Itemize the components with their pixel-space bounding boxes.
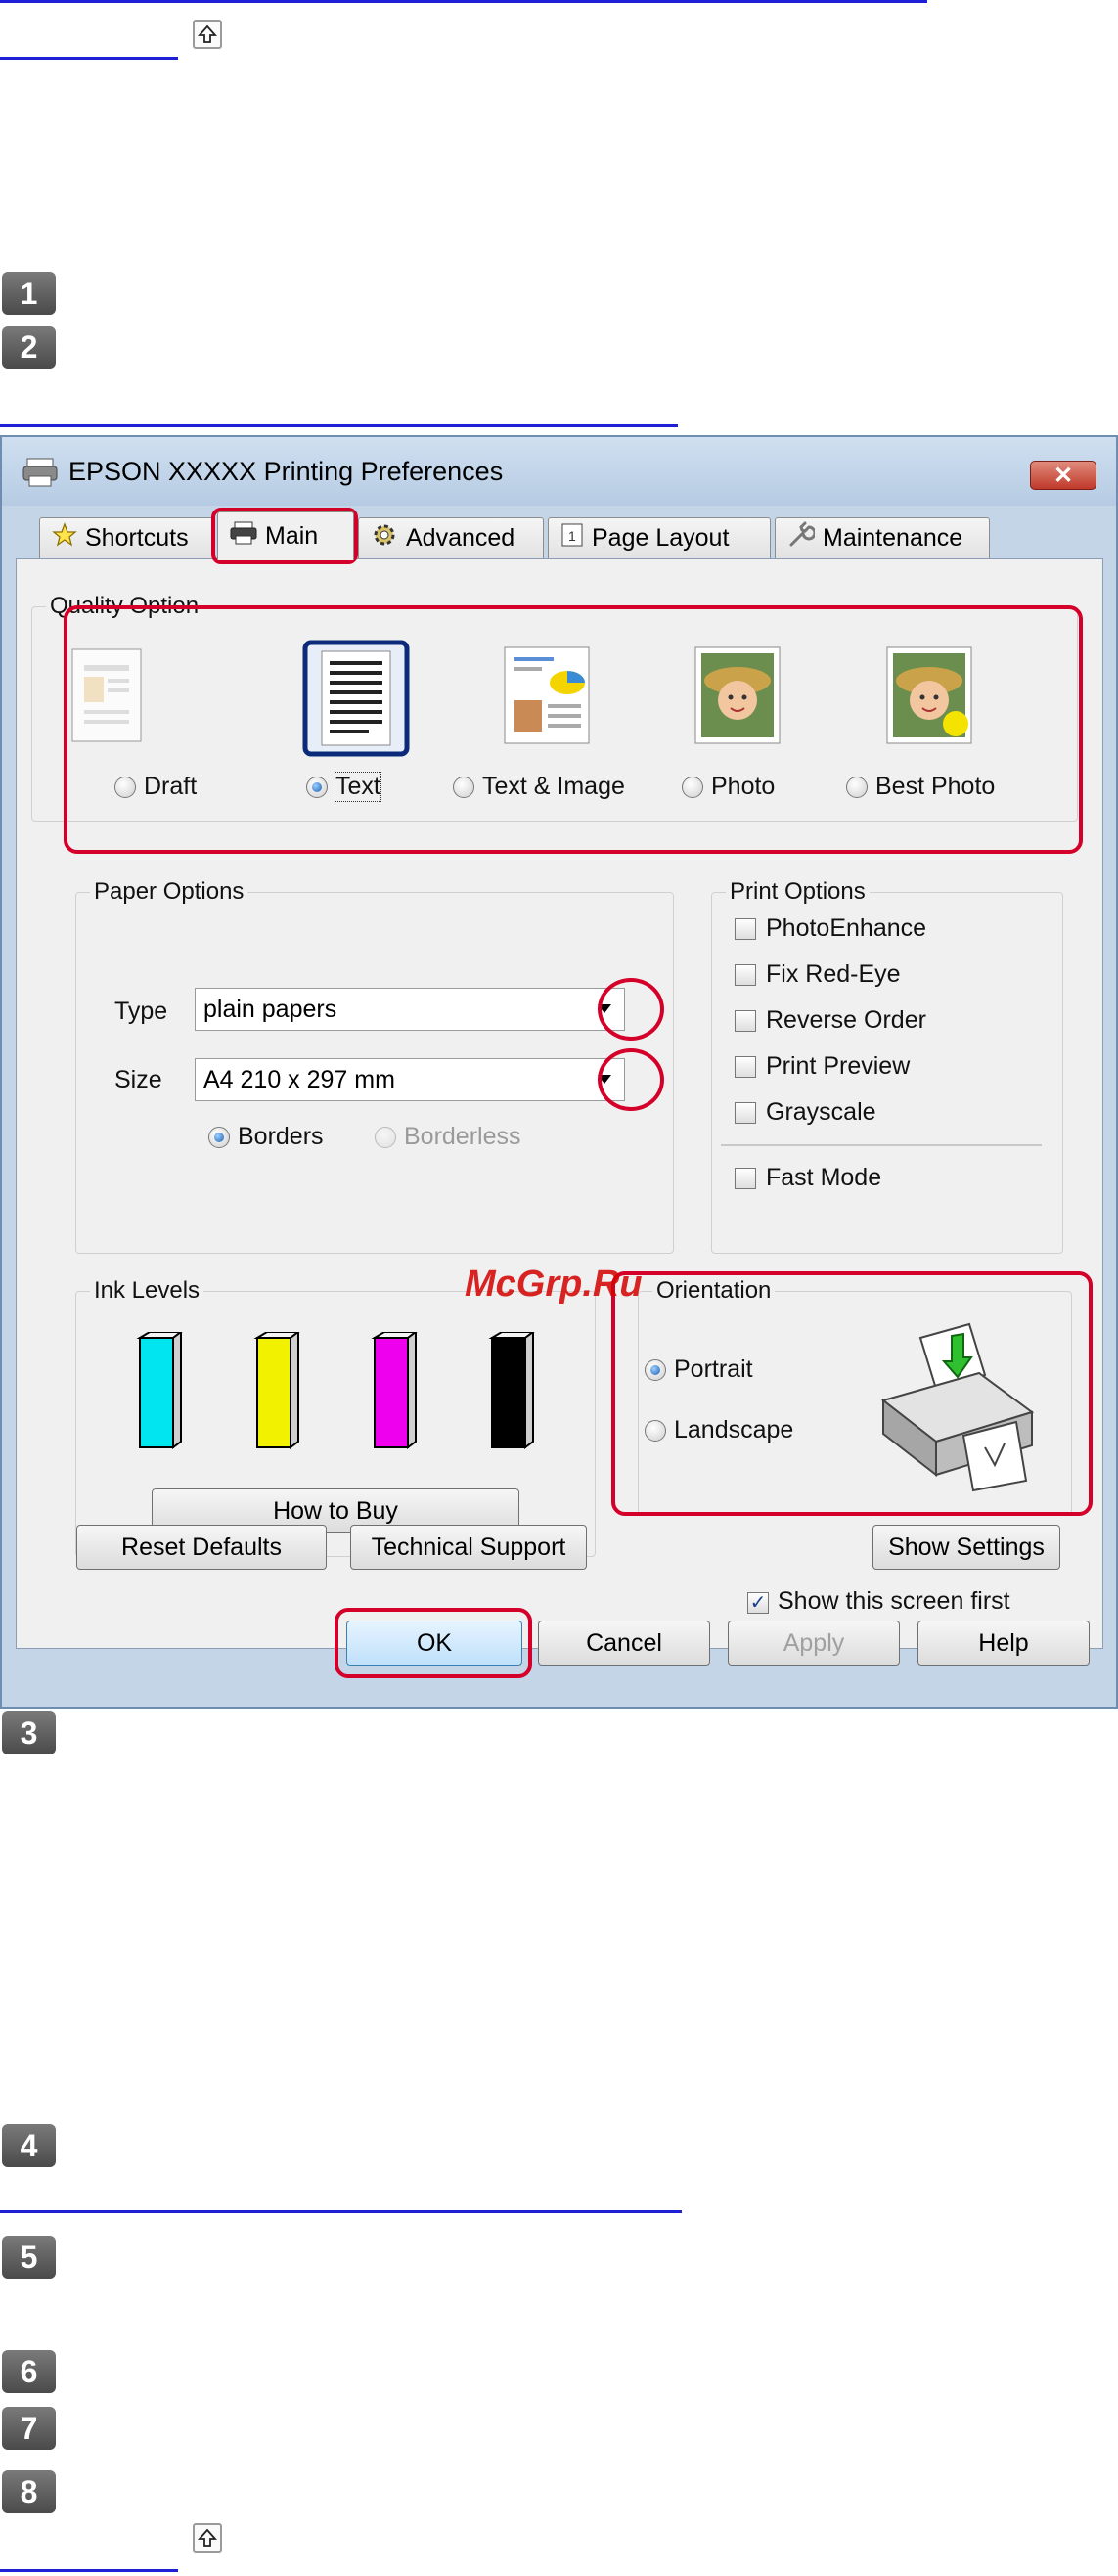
borders-radio[interactable] — [208, 1127, 230, 1148]
page-icon: 1 — [560, 522, 584, 555]
group-label: Ink Levels — [90, 1277, 204, 1305]
step-badge-3: 3 — [2, 1711, 56, 1754]
gear-icon — [371, 521, 398, 555]
up-arrow-icon[interactable] — [193, 20, 222, 49]
technical-support-button[interactable]: Technical Support — [350, 1525, 587, 1570]
photoenhance-label[interactable]: PhotoEnhance — [766, 914, 926, 943]
fast-mode-checkbox[interactable] — [735, 1168, 756, 1189]
step-badge-5: 5 — [2, 2236, 56, 2279]
type-arrow-highlight — [598, 978, 664, 1041]
reverse-order-label[interactable]: Reverse Order — [766, 1006, 926, 1035]
grayscale-label[interactable]: Grayscale — [766, 1098, 876, 1127]
ink-cartridge-cyan — [134, 1330, 184, 1454]
link-underline-top-2[interactable] — [0, 57, 178, 60]
tab-maintenance[interactable]: Maintenance — [775, 517, 990, 558]
step-badge-2: 2 — [2, 326, 56, 369]
print-options-divider — [721, 1144, 1042, 1146]
fix-red-eye-label[interactable]: Fix Red-Eye — [766, 960, 901, 989]
tab-label: Main — [265, 522, 319, 550]
step-badge-8: 8 — [2, 2470, 56, 2513]
group-label: Print Options — [726, 878, 870, 906]
show-screen-first-checkbox[interactable]: ✓ — [747, 1592, 769, 1614]
star-icon — [52, 522, 77, 555]
up-arrow-icon[interactable] — [193, 2523, 222, 2553]
type-label: Type — [114, 998, 168, 1025]
quality-highlight — [64, 605, 1083, 854]
borders-label[interactable]: Borders — [238, 1123, 324, 1151]
paper-type-value: plain papers — [203, 995, 337, 1023]
fast-mode-label[interactable]: Fast Mode — [766, 1164, 881, 1192]
tab-label: Page Layout — [592, 524, 730, 552]
grayscale-checkbox[interactable] — [735, 1102, 756, 1124]
tab-label: Shortcuts — [85, 524, 189, 552]
photoenhance-checkbox[interactable] — [735, 918, 756, 940]
wrench-icon — [787, 521, 817, 555]
help-button[interactable]: Help — [917, 1621, 1090, 1666]
paper-type-select[interactable]: plain papers — [195, 988, 625, 1031]
borderless-label[interactable]: Borderless — [404, 1123, 521, 1151]
cancel-button[interactable]: Cancel — [538, 1621, 710, 1666]
apply-button[interactable]: Apply — [728, 1621, 900, 1666]
orientation-highlight — [611, 1271, 1093, 1516]
show-settings-button[interactable]: Show Settings — [872, 1525, 1060, 1570]
dialog-title: EPSON XXXXX Printing Preferences — [68, 457, 504, 486]
main-tab-panel: Quality Option Draft Text Text & Image P… — [16, 558, 1103, 1649]
watermark: McGrp.Ru — [465, 1264, 643, 1305]
link-underline-bottom[interactable] — [0, 2210, 682, 2213]
link-underline-mid[interactable] — [0, 424, 678, 427]
paper-size-value: A4 210 x 297 mm — [203, 1065, 395, 1093]
ink-cartridge-magenta — [369, 1330, 419, 1454]
close-button[interactable]: ✕ — [1030, 461, 1096, 490]
link-underline-top[interactable] — [0, 0, 927, 3]
reset-defaults-button[interactable]: Reset Defaults — [76, 1525, 327, 1570]
print-preview-label[interactable]: Print Preview — [766, 1052, 910, 1081]
tab-shortcuts[interactable]: Shortcuts — [39, 517, 215, 558]
printer-icon — [230, 521, 257, 552]
fix-red-eye-checkbox[interactable] — [735, 964, 756, 986]
step-badge-7: 7 — [2, 2407, 56, 2450]
paper-size-select[interactable]: A4 210 x 297 mm — [195, 1058, 625, 1101]
reverse-order-checkbox[interactable] — [735, 1010, 756, 1032]
printing-preferences-dialog: EPSON XXXXX Printing Preferences ✕ Short… — [0, 435, 1118, 1709]
step-badge-4: 4 — [2, 2124, 56, 2167]
size-label: Size — [114, 1066, 162, 1093]
borderless-radio[interactable] — [375, 1127, 396, 1148]
dialog-titlebar[interactable]: EPSON XXXXX Printing Preferences ✕ — [2, 437, 1116, 506]
show-screen-first-label[interactable]: Show this screen first — [778, 1587, 1010, 1616]
group-label: Paper Options — [90, 878, 248, 906]
tab-label: Maintenance — [823, 524, 963, 552]
ok-highlight — [335, 1608, 532, 1678]
ink-cartridge-black — [486, 1330, 536, 1454]
step-badge-1: 1 — [2, 272, 56, 315]
print-preview-checkbox[interactable] — [735, 1056, 756, 1078]
step-badge-6: 6 — [2, 2350, 56, 2393]
link-underline-bottom-2[interactable] — [0, 2569, 178, 2572]
tab-advanced[interactable]: Advanced — [358, 517, 544, 558]
printer-icon — [22, 457, 59, 493]
ink-cartridge-yellow — [251, 1330, 301, 1454]
tab-page-layout[interactable]: 1 Page Layout — [548, 517, 771, 558]
tab-main[interactable]: Main — [217, 511, 354, 560]
tab-label: Advanced — [406, 524, 515, 552]
svg-text:1: 1 — [568, 528, 576, 544]
size-arrow-highlight — [598, 1048, 664, 1111]
